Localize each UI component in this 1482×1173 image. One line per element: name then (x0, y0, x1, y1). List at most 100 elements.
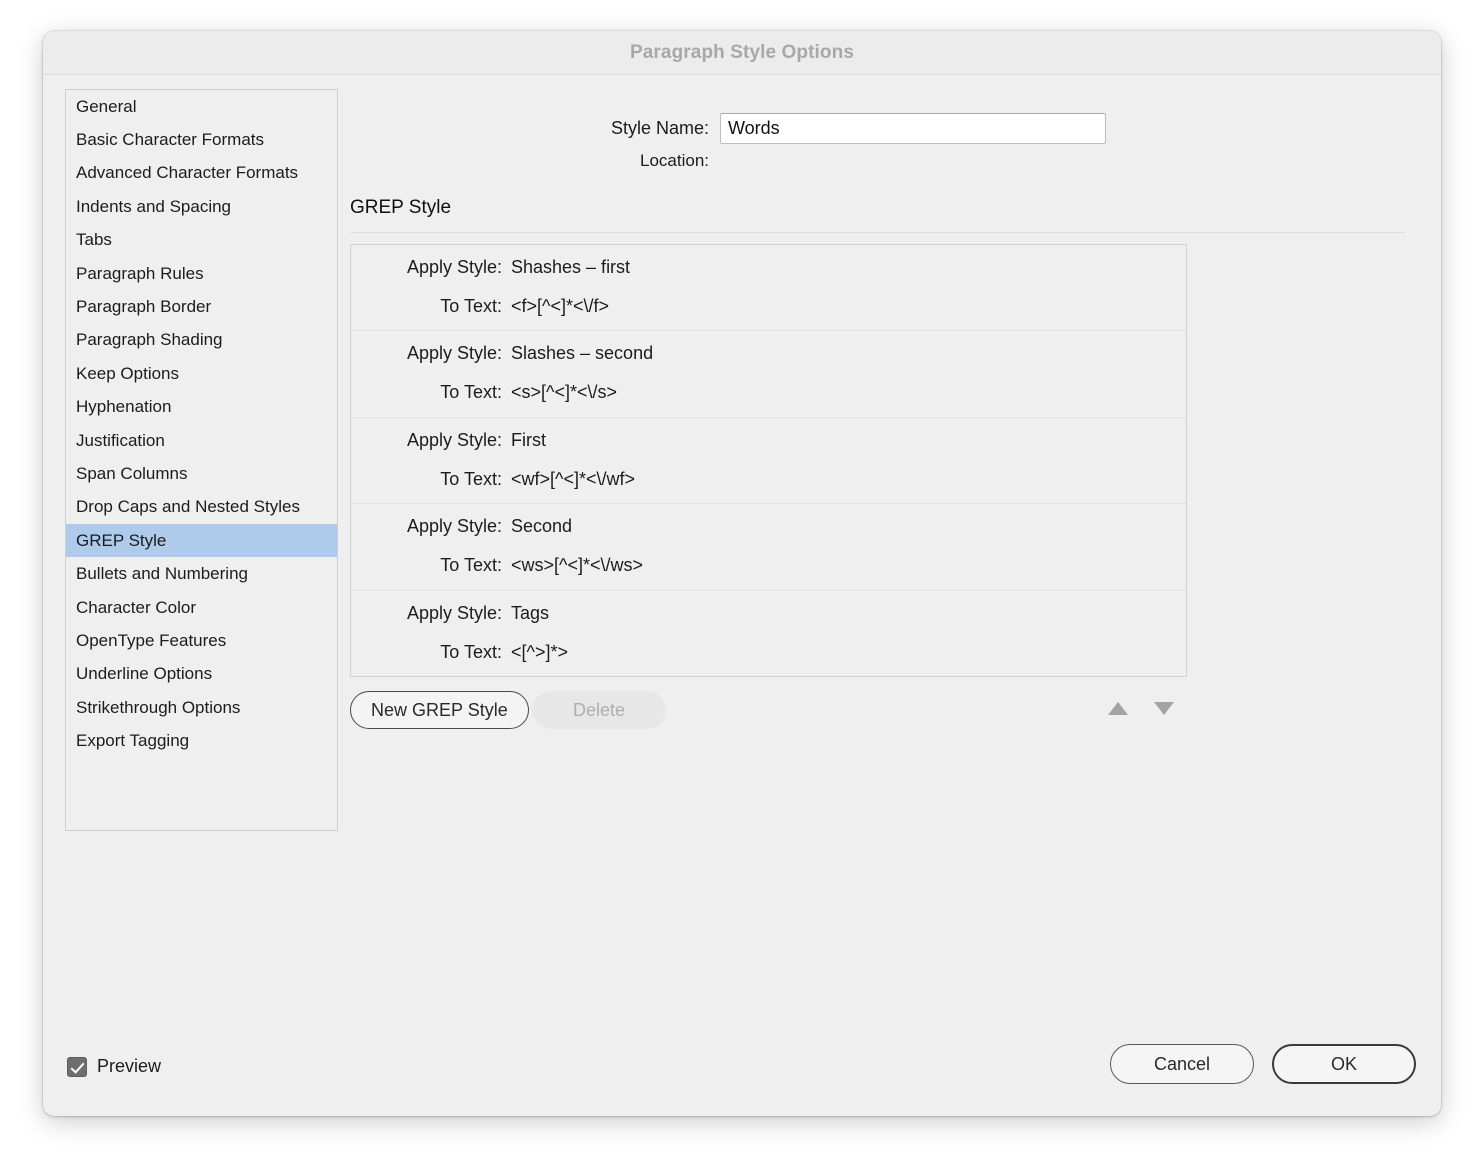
sidebar-item-label: Justification (76, 430, 165, 450)
dialog-action-buttons: Cancel OK (1110, 1044, 1416, 1084)
apply-style-label: Apply Style: (406, 516, 502, 537)
sidebar-item-label: Paragraph Shading (76, 330, 223, 350)
grep-rule-row[interactable]: Apply Style: Shashes – first To Text: <f>[^… (351, 245, 1186, 332)
apply-style-value[interactable]: Tags (511, 603, 549, 624)
dialog-titlebar[interactable]: Paragraph Style Options (43, 31, 1441, 75)
to-text-value[interactable]: <[^>]*> (511, 642, 568, 663)
apply-style-label: Apply Style: (406, 429, 502, 450)
screen: Paragraph Style Options General Basic Cha… (0, 0, 1482, 1173)
reorder-buttons (1094, 692, 1186, 730)
style-name-label: Style Name: (610, 118, 709, 138)
grep-rule-row[interactable]: Apply Style: Slashes – second To Text: <s>[… (351, 331, 1186, 418)
sidebar-item-label: Hyphenation (76, 397, 172, 417)
sidebar-item-label: General (76, 96, 137, 116)
sidebar-item-drop-caps-and-nested-styles[interactable]: Drop Caps and Nested Styles (66, 491, 337, 524)
grep-list-toolbar: New GREP Style Delete (350, 691, 1187, 731)
sidebar-item-label: Bullets and Numbering (76, 564, 248, 584)
sidebar-item-tabs[interactable]: Tabs (66, 224, 337, 257)
sidebar-item-label: Character Color (76, 597, 196, 617)
sidebar-item-paragraph-shading[interactable]: Paragraph Shading (66, 324, 337, 357)
apply-style-line: Apply Style: First (351, 430, 1186, 469)
to-text-value[interactable]: <wf>[^<]*<\/wf> (511, 469, 635, 490)
apply-style-line: Apply Style: Tags (351, 603, 1186, 642)
sidebar-item-advanced-character-formats[interactable]: Advanced Character Formats (66, 157, 337, 190)
to-text-line: To Text: <f>[^<]*<\/f> (351, 296, 1186, 335)
sidebar-item-paragraph-rules[interactable]: Paragraph Rules (66, 257, 337, 290)
preview-checkbox-group[interactable]: Preview (67, 1056, 161, 1077)
sidebar-item-label: Span Columns (76, 463, 188, 483)
sidebar-item-label: Paragraph Border (76, 297, 212, 317)
apply-style-label: Apply Style: (406, 257, 502, 277)
style-name-input[interactable] (720, 113, 1106, 144)
sidebar-item-label: GREP Style (76, 530, 167, 550)
sidebar-item-hyphenation[interactable]: Hyphenation (66, 391, 337, 424)
sidebar-item-basic-character-formats[interactable]: Basic Character Formats (66, 123, 337, 156)
sidebar-item-underline-options[interactable]: Underline Options (66, 658, 337, 691)
grep-rule-row[interactable]: Apply Style: Tags To Text: <[^>]*> (351, 591, 1186, 676)
to-text-value[interactable]: <f>[^<]*<\/f> (511, 296, 609, 317)
sidebar-item-export-tagging[interactable]: Export Tagging (66, 724, 337, 757)
sidebar-item-label: OpenType Features (76, 630, 227, 650)
sidebar-item-label: Underline Options (76, 664, 213, 684)
apply-style-line: Apply Style: Slashes – second (351, 343, 1186, 382)
sidebar-item-opentype-features[interactable]: OpenType Features (66, 624, 337, 657)
to-text-line: To Text: <wf>[^<]*<\/wf> (351, 469, 1186, 508)
location-label: Location: (640, 151, 709, 170)
to-text-line: To Text: <ws>[^<]*<\/ws> (351, 555, 1186, 594)
sidebar-item-label: Tabs (76, 230, 112, 250)
sidebar-item-general[interactable]: General (66, 90, 337, 123)
triangle-down-icon[interactable] (1154, 702, 1174, 715)
to-text-label: To Text: (440, 382, 502, 403)
grep-rule-row[interactable]: Apply Style: Second To Text: <ws>[^<]*<\/ws… (351, 504, 1186, 591)
sidebar-item-keep-options[interactable]: Keep Options (66, 357, 337, 390)
apply-style-label: Apply Style: (406, 343, 502, 364)
category-sidebar[interactable]: General Basic Character Formats Advanced C… (65, 89, 338, 831)
sidebar-item-label: Keep Options (76, 363, 180, 383)
grep-rule-row[interactable]: Apply Style: First To Text: <wf>[^<]*<\/wf> (351, 418, 1186, 505)
to-text-line: To Text: <[^>]*> (351, 641, 1186, 676)
section-divider (350, 232, 1405, 233)
preview-label: Preview (97, 1056, 162, 1076)
sidebar-item-label: Advanced Character Formats (76, 163, 299, 183)
triangle-up-icon[interactable] (1108, 702, 1128, 715)
sidebar-item-label: Indents and Spacing (76, 196, 232, 216)
to-text-value[interactable]: <s>[^<]*<\/s> (511, 382, 617, 403)
sidebar-item-bullets-and-numbering[interactable]: Bullets and Numbering (66, 557, 337, 590)
apply-style-label: Apply Style: (406, 602, 502, 623)
apply-style-value[interactable]: Shashes – first (511, 257, 630, 278)
cancel-button[interactable]: Cancel (1110, 1044, 1254, 1084)
sidebar-item-paragraph-border[interactable]: Paragraph Border (66, 290, 337, 323)
to-text-label: To Text: (440, 296, 502, 316)
sidebar-item-span-columns[interactable]: Span Columns (66, 457, 337, 490)
preview-checkbox[interactable] (67, 1056, 87, 1077)
apply-style-value[interactable]: First (511, 430, 546, 451)
sidebar-item-label: Basic Character Formats (76, 130, 264, 150)
sidebar-item-label: Strikethrough Options (76, 697, 241, 717)
paragraph-style-options-dialog: Paragraph Style Options General Basic Cha… (43, 31, 1441, 1116)
sidebar-item-justification[interactable]: Justification (66, 424, 337, 457)
apply-style-line: Apply Style: Shashes – first (351, 257, 1186, 296)
to-text-line: To Text: <s>[^<]*<\/s> (351, 382, 1186, 421)
style-name-row: Style Name: (350, 113, 1418, 144)
sidebar-item-indents-and-spacing[interactable]: Indents and Spacing (66, 190, 337, 223)
apply-style-value[interactable]: Slashes – second (511, 343, 653, 364)
sidebar-item-character-color[interactable]: Character Color (66, 591, 337, 624)
location-row: Location: (350, 151, 1418, 171)
new-grep-style-button[interactable]: New GREP Style (350, 691, 529, 729)
to-text-label: To Text: (440, 641, 502, 662)
grep-style-list[interactable]: Apply Style: Shashes – first To Text: <f>[^… (350, 244, 1187, 677)
to-text-label: To Text: (440, 555, 502, 576)
to-text-label: To Text: (440, 468, 502, 489)
apply-style-value[interactable]: Second (511, 516, 572, 537)
to-text-value[interactable]: <ws>[^<]*<\/ws> (511, 555, 643, 576)
section-title: GREP Style (350, 197, 452, 218)
apply-style-line: Apply Style: Second (351, 516, 1186, 555)
sidebar-item-strikethrough-options[interactable]: Strikethrough Options (66, 691, 337, 724)
sidebar-item-label: Paragraph Rules (76, 263, 204, 283)
dialog-title: Paragraph Style Options (629, 41, 855, 63)
sidebar-item-label: Export Tagging (76, 731, 190, 751)
ok-button[interactable]: OK (1272, 1044, 1416, 1084)
delete-grep-style-button[interactable]: Delete (532, 691, 666, 729)
sidebar-item-label: Drop Caps and Nested Styles (76, 497, 300, 517)
sidebar-item-grep-style[interactable]: GREP Style (66, 524, 337, 558)
